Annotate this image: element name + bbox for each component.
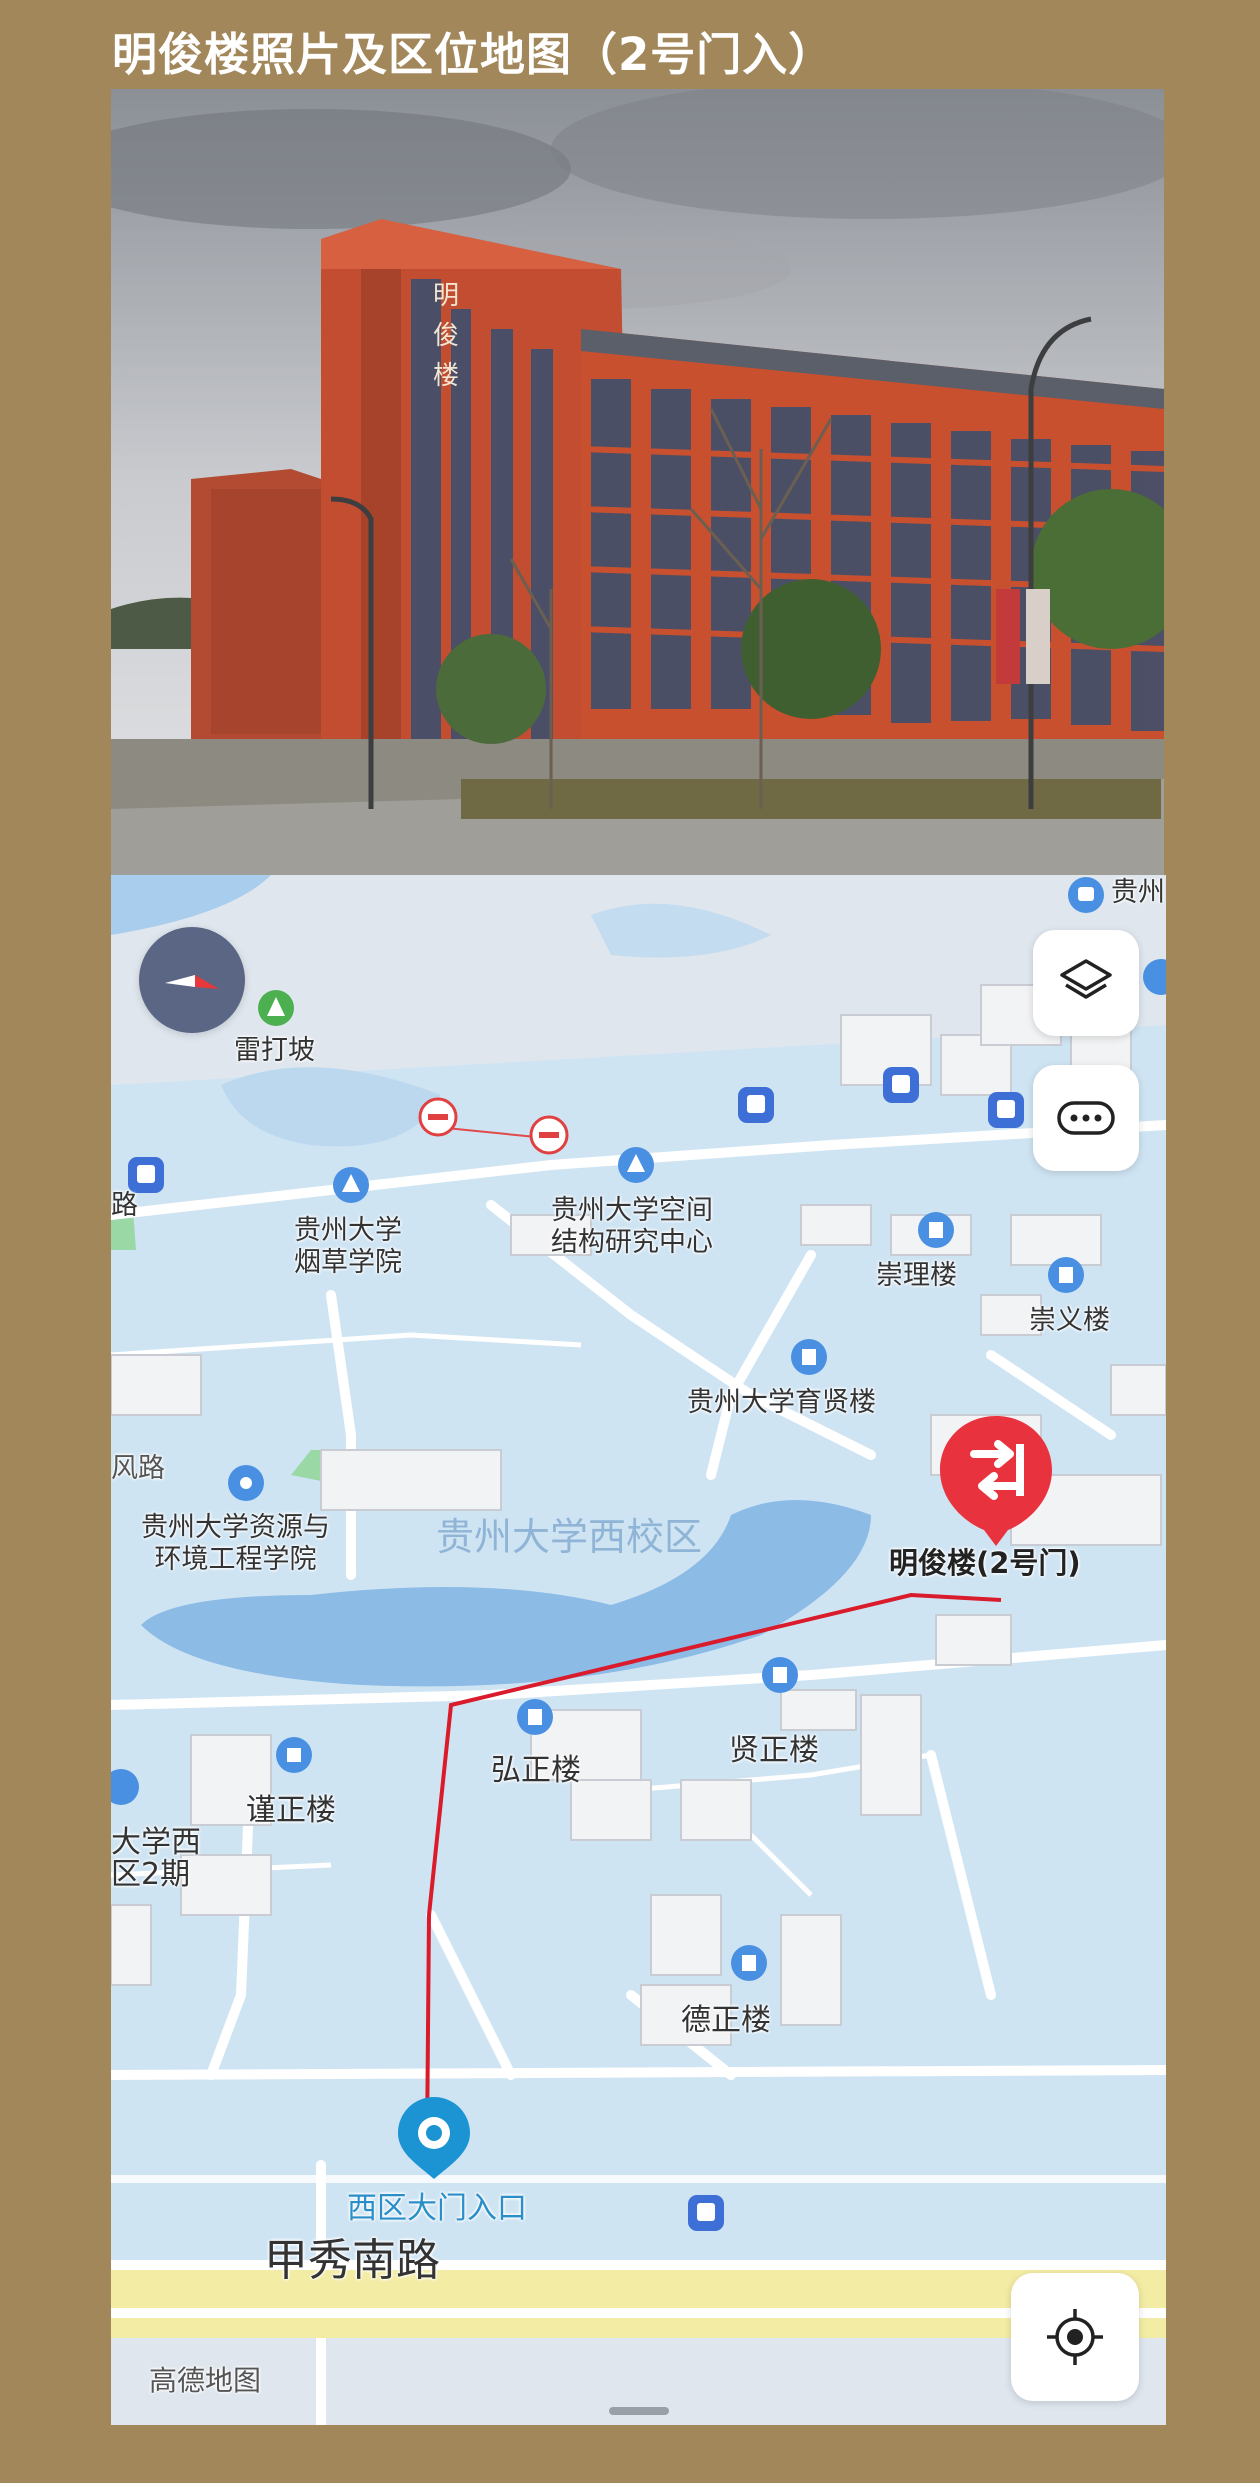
more-button[interactable] [1033,1065,1139,1171]
building-photo-illustration: 明 俊 楼 [111,89,1164,875]
layers-button[interactable] [1033,930,1139,1036]
gate-marker-icon[interactable] [394,2093,474,2183]
bottom-sheet-handle[interactable] [609,2407,669,2415]
amap-logo: 高德地图 [149,2364,262,2397]
locate-button[interactable] [1011,2273,1139,2401]
building-poi-icon[interactable] [515,1697,555,1737]
building-poi-icon[interactable] [789,1337,829,1377]
layers-icon [1060,959,1112,999]
building-poi-icon[interactable] [760,1655,800,1695]
no-entry-icon[interactable] [529,1115,569,1155]
label-hongzheng-building: 弘正楼 [491,1753,581,1788]
building-poi-icon[interactable] [1046,1255,1086,1295]
label-road-fenglu: 风路 [111,1453,165,1484]
label-guizhou: 贵州 [1111,877,1165,908]
school-poi-icon[interactable] [616,1145,656,1185]
bus-stop-icon[interactable] [881,1065,921,1105]
label-lu: 路 [111,1190,138,1221]
label-leidapo: 雷打坡 [234,1035,315,1066]
label-dezheng-building: 德正楼 [681,2003,771,2038]
svg-text:明: 明 [433,281,459,311]
label-xianzheng-building: 贤正楼 [729,1733,819,1768]
svg-text:楼: 楼 [433,361,459,391]
poi-icon[interactable] [226,1463,266,1503]
label-space-structure-center: 贵州大学空间 结构研究中心 [551,1195,713,1258]
label-jiaxiu-south-road: 甲秀南路 [264,2235,440,2286]
label-west-campus: 贵州大学西校区 [436,1515,703,1559]
park-poi-icon[interactable] [256,988,296,1028]
label-west-phase2: 大学西 区2期 [111,1825,201,1892]
library-poi-icon[interactable] [274,1735,314,1775]
label-resources-school: 贵州大学资源与 环境工程学院 [141,1512,330,1575]
label-jinzheng-building: 谨正楼 [246,1793,336,1828]
campus-map[interactable]: 雷打坡 路 贵州大学 烟草学院 贵州大学空间 结构研究中心 崇理楼 崇义楼 贵州… [111,875,1166,2425]
building-poi-icon[interactable] [729,1943,769,1983]
compass-button[interactable] [139,927,245,1033]
svg-text:俊: 俊 [433,321,459,351]
destination-marker-icon[interactable] [936,1410,1056,1550]
label-yuxian-building: 贵州大学育贤楼 [687,1387,876,1418]
bus-stop-icon[interactable] [126,1155,166,1195]
building-photo: 明 俊 楼 [111,89,1164,875]
bus-stop-icon[interactable] [736,1085,776,1125]
locate-icon [1047,2309,1103,2365]
building-poi-icon[interactable] [916,1210,956,1250]
label-tobacco-school: 贵州大学 烟草学院 [294,1215,402,1278]
poi-icon[interactable] [111,1767,151,1807]
bus-stop-icon[interactable] [686,2193,726,2233]
label-chongyi-building: 崇义楼 [1029,1305,1110,1336]
label-west-gate-entrance: 西区大门入口 [347,2191,527,2226]
more-icon [1057,1101,1115,1135]
no-entry-icon[interactable] [418,1097,458,1137]
compass-icon [165,975,219,989]
label-chongli-building: 崇理楼 [876,1260,957,1291]
bus-stop-icon[interactable] [1066,875,1106,915]
page-title: 明俊楼照片及区位地图（2号门入） [112,28,835,81]
poi-icon[interactable] [1141,957,1166,997]
school-poi-icon[interactable] [331,1165,371,1205]
label-mingjun-gate2: 明俊楼(2号门) [889,1546,1081,1580]
bus-stop-icon[interactable] [986,1090,1026,1130]
